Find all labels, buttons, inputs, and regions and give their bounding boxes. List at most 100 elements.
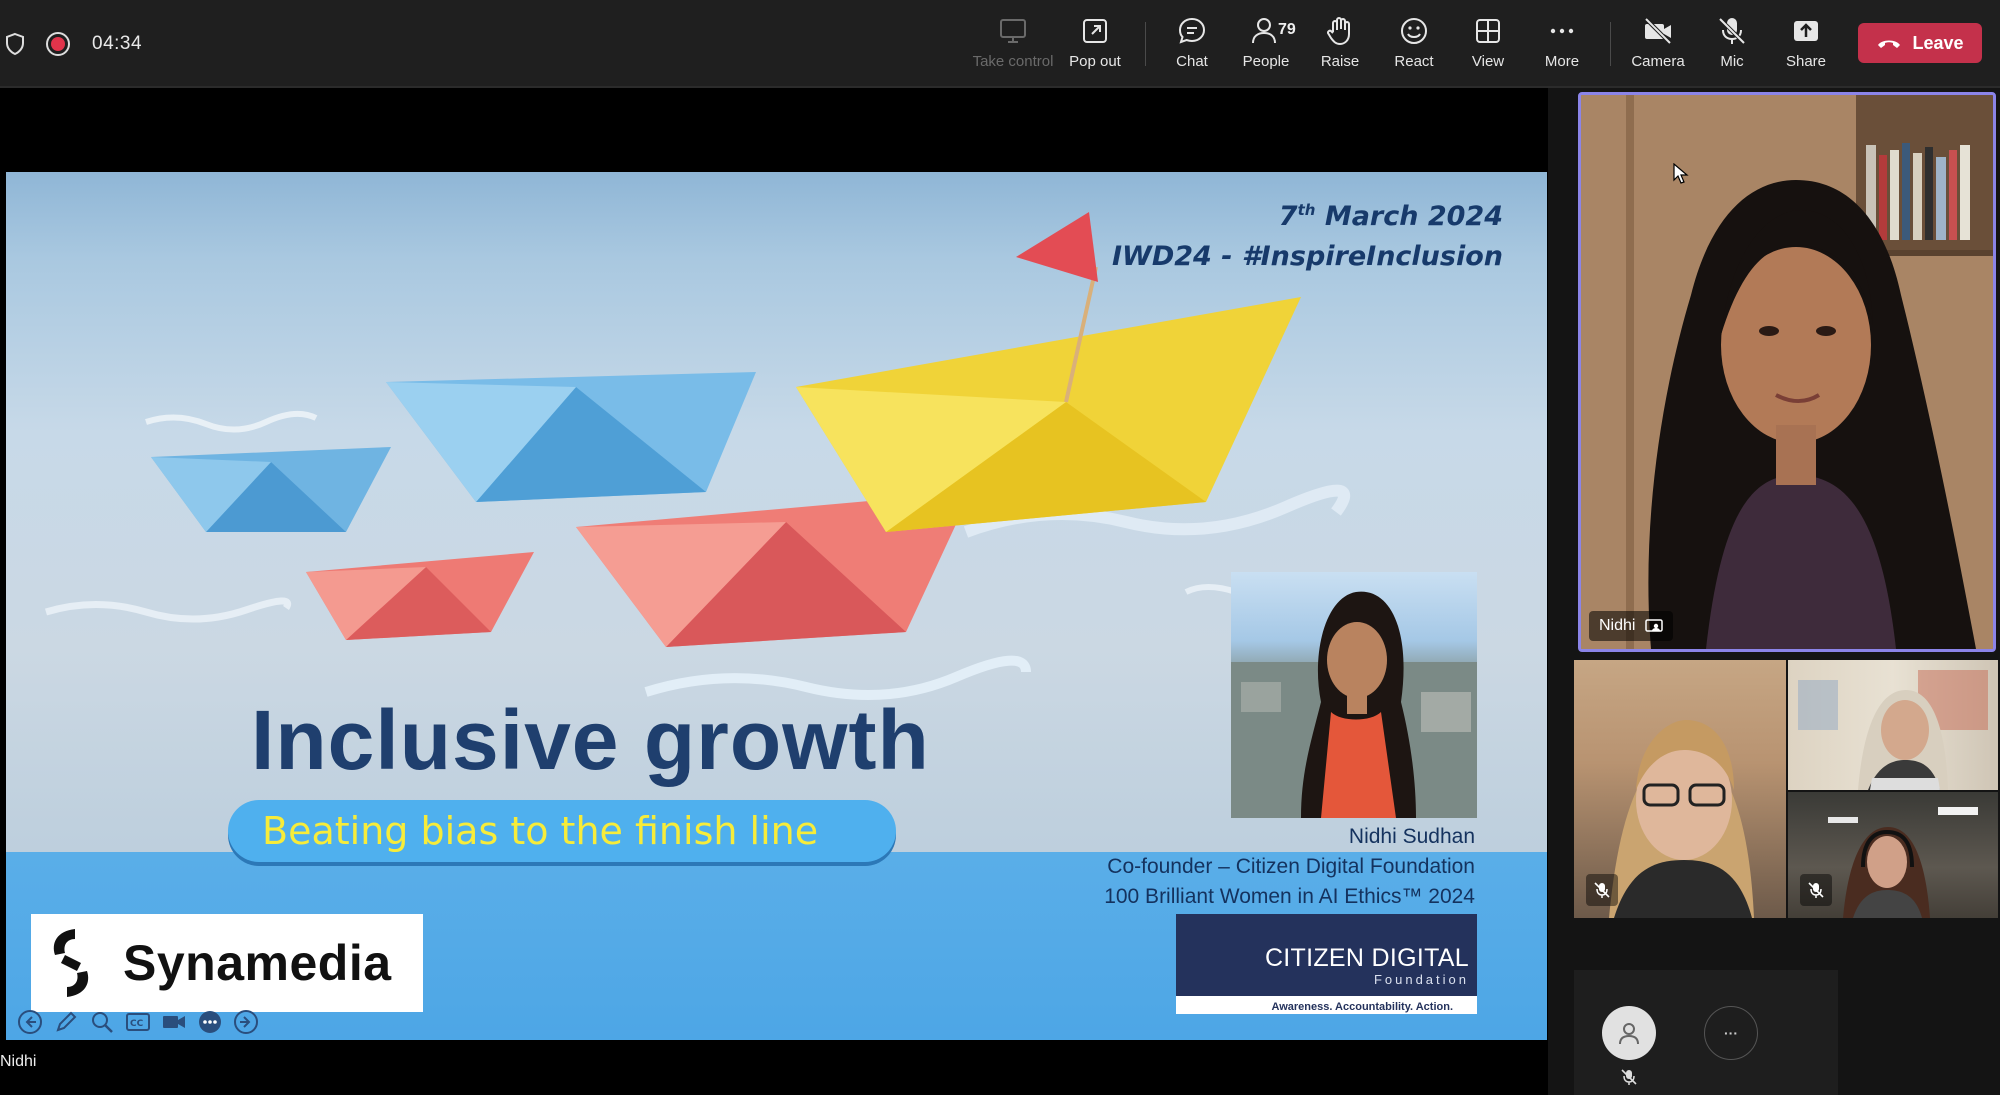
participant-tile-3[interactable] (1788, 660, 1998, 790)
speaker-info: Nidhi Sudhan Co-founder – Citizen Digita… (1104, 822, 1475, 912)
react-label: React (1394, 53, 1434, 70)
share-screen-icon (1794, 21, 1818, 41)
mic-label: Mic (1720, 53, 1744, 70)
participant-name-tag: Nidhi (1589, 611, 1674, 641)
slide-event-tag: IWD24 - #InspireInclusion (1112, 241, 1503, 272)
mic-off-icon (1718, 17, 1746, 45)
camera-off-icon (1644, 17, 1672, 45)
slide-more-options-button[interactable] (196, 1009, 224, 1035)
participant-tile-2[interactable] (1574, 660, 1786, 918)
more-button[interactable]: More (1522, 14, 1602, 76)
slide-date-event: 7th March 2024 IWD24 - #InspireInclusion (1112, 190, 1503, 277)
mic-muted-icon (1594, 882, 1610, 898)
closed-captions-icon: CC (126, 1013, 150, 1031)
slideshow-controls: CC (16, 1009, 260, 1035)
raise-label: Raise (1320, 53, 1360, 70)
share-label: Share (1785, 53, 1827, 70)
take-control-button[interactable]: Take control (973, 14, 1053, 76)
presenter-name-label: Nidhi (0, 1053, 37, 1070)
mic-button[interactable]: Mic (1692, 14, 1772, 76)
cdf-logo-title: CITIZEN DIGITAL (1264, 944, 1469, 972)
pop-out-button[interactable]: Pop out (1055, 14, 1135, 76)
slide-date-rest: March 2024 (1315, 201, 1503, 232)
share-button[interactable]: Share (1766, 14, 1846, 76)
hang-up-icon (1878, 40, 1901, 48)
synamedia-logo: Synamedia (31, 914, 423, 1012)
meeting-toolbar: 04:34 Take control Pop out Chat 79 Peopl… (0, 0, 2000, 88)
people-count: 79 (1278, 21, 1296, 38)
mouse-cursor-icon (1673, 163, 1689, 184)
pen-tool-button[interactable] (52, 1009, 80, 1035)
raise-hand-icon (1327, 17, 1350, 46)
previous-slide-button[interactable] (16, 1009, 44, 1035)
overflow-participants: ··· (1574, 970, 1838, 1095)
toolbar-divider (1610, 22, 1611, 66)
participant-gallery: Nidhi ··· (1548, 88, 2000, 1095)
more-label: More (1544, 53, 1580, 70)
shared-content-stage: 7th March 2024 IWD24 - #InspireInclusion… (0, 90, 1548, 1095)
screen-sharing-icon (1645, 619, 1664, 632)
zoom-button[interactable] (88, 1009, 116, 1035)
speaker-role: Co-founder – Citizen Digital Foundation (1107, 855, 1475, 878)
view-button[interactable]: View (1448, 14, 1528, 76)
muted-indicator (1586, 874, 1618, 906)
camera-button[interactable]: Camera (1618, 14, 1698, 76)
take-control-icon (1000, 19, 1026, 43)
pop-out-label: Pop out (1069, 53, 1121, 70)
chat-icon (1178, 17, 1206, 44)
person-avatar-icon (1619, 1023, 1639, 1045)
pen-icon (56, 1011, 77, 1032)
slide-date-day: 7 (1278, 201, 1298, 232)
speaker-award: 100 Brilliant Women in AI Ethics™ 2024 (1104, 885, 1475, 908)
view-label: View (1471, 53, 1505, 70)
video-camera-icon (163, 1016, 185, 1028)
citizen-digital-logo: CITIZEN DIGITAL Foundation Awareness. Ac… (1176, 914, 1477, 1014)
speaker-photo (1231, 572, 1477, 818)
slide-subtitle: Beating bias to the finish line (262, 809, 819, 853)
recording-indicator-icon (46, 32, 70, 56)
mic-muted-icon (1621, 1069, 1637, 1085)
slide-date-suffix: th (1297, 201, 1316, 219)
synamedia-mark-icon (53, 929, 89, 997)
magnifier-icon (92, 1012, 113, 1033)
more-dots-icon (1550, 28, 1574, 34)
take-control-label: Take control (972, 53, 1054, 70)
view-grid-icon (1476, 19, 1500, 43)
slide-title: Inclusive growth (251, 693, 930, 787)
chat-button[interactable]: Chat (1152, 14, 1232, 76)
people-button[interactable]: 79 People (1226, 14, 1306, 76)
speaker-name: Nidhi Sudhan (1348, 825, 1475, 848)
synamedia-wordmark: Synamedia (123, 935, 392, 991)
next-slide-button[interactable] (232, 1009, 260, 1035)
cdf-logo-tagline: Awareness. Accountability. Action. (1271, 1001, 1453, 1013)
more-circle-icon (199, 1011, 221, 1033)
camera-label: Camera (1631, 53, 1685, 70)
people-label: People (1242, 53, 1290, 70)
presentation-slide: 7th March 2024 IWD24 - #InspireInclusion… (6, 172, 1547, 1040)
meeting-status: 04:34 (0, 24, 142, 64)
chat-label: Chat (1176, 53, 1208, 70)
participant-avatar[interactable] (1602, 1006, 1656, 1060)
toolbar-divider (1145, 22, 1146, 66)
participant-name: Nidhi (1599, 617, 1636, 634)
camera-toggle-button[interactable] (160, 1009, 188, 1035)
arrow-right-icon (234, 1010, 258, 1034)
react-emoji-icon (1401, 18, 1427, 44)
arrow-left-icon (18, 1010, 42, 1034)
participant-tile-nidhi[interactable]: Nidhi (1578, 92, 1996, 652)
svg-text:CC: CC (130, 1019, 144, 1029)
speaker-portrait-illustration (1231, 591, 1477, 818)
leave-button[interactable]: Leave (1858, 23, 1982, 63)
participant-tile-4[interactable] (1788, 792, 1998, 918)
participant-video-3 (1798, 670, 1988, 790)
react-button[interactable]: React (1374, 14, 1454, 76)
cdf-logo-subtitle: Foundation (1373, 972, 1469, 987)
slide-subtitle-pill: Beating bias to the finish line (228, 800, 896, 862)
shield-icon (6, 32, 24, 56)
captions-button[interactable]: CC (124, 1009, 152, 1035)
leave-label: Leave (1912, 32, 1964, 53)
muted-indicator (1800, 874, 1832, 906)
more-participants-button[interactable]: ··· (1704, 1006, 1758, 1060)
raise-hand-button[interactable]: Raise (1300, 14, 1380, 76)
mic-muted-icon (1808, 882, 1824, 898)
